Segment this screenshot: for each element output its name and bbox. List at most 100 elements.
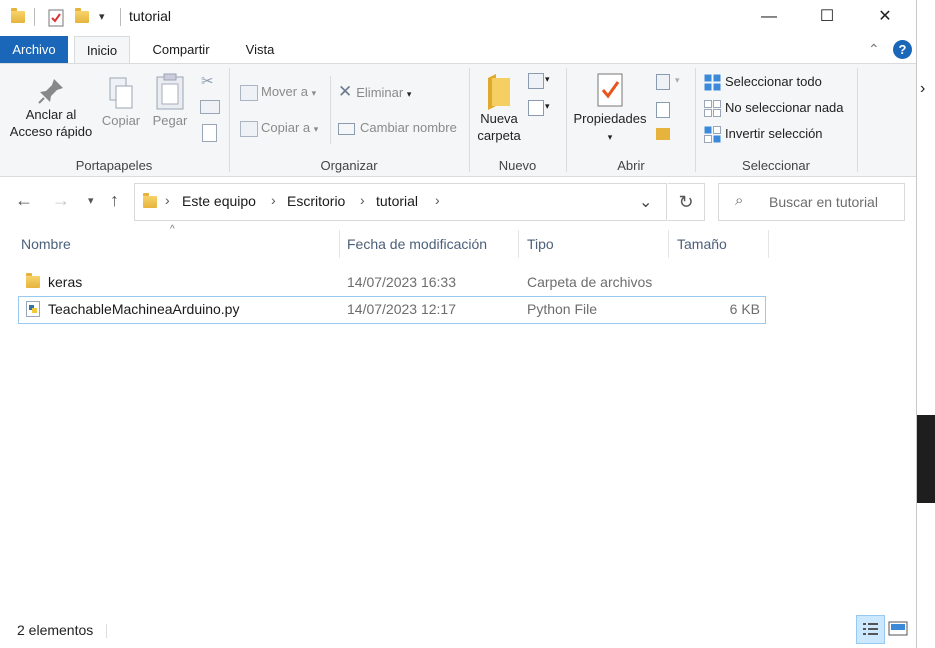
file-name: keras xyxy=(48,274,83,290)
properties-quick-icon[interactable] xyxy=(48,9,64,27)
pin-label-1: Anclar al xyxy=(25,107,77,122)
file-modified: 14/07/2023 12:17 xyxy=(347,301,456,317)
select-none-icon xyxy=(704,100,721,118)
invert-selection-icon xyxy=(704,126,721,144)
delete-icon: ✕ xyxy=(338,82,353,101)
maximize-button[interactable]: ☐ xyxy=(798,0,856,33)
invert-selection-button[interactable]: Invertir selección xyxy=(704,124,823,144)
new-item-icon[interactable] xyxy=(528,73,544,89)
cut-icon[interactable]: ✂ xyxy=(201,72,214,90)
tab-inicio[interactable]: Inicio xyxy=(74,36,130,64)
select-none-button[interactable]: No seleccionar nada xyxy=(704,98,844,118)
tab-archivo[interactable]: Archivo xyxy=(0,36,68,63)
copy-label: Copiar xyxy=(101,113,141,128)
close-button[interactable]: ✕ xyxy=(856,0,914,33)
copy-icon xyxy=(109,77,133,109)
folder-icon xyxy=(26,273,40,288)
forward-button[interactable]: → xyxy=(52,190,70,211)
large-icons-view-icon xyxy=(888,621,908,636)
open-icon[interactable] xyxy=(656,74,670,90)
ribbon-tabs: Archivo Inicio Compartir Vista xyxy=(0,36,916,64)
ribbon: Anclar al Acceso rápido Copiar Pegar ✂ P… xyxy=(0,63,916,177)
select-all-button[interactable]: Seleccionar todo xyxy=(704,72,822,92)
easy-access-icon[interactable] xyxy=(528,100,544,116)
group-label-organizar: Organizar xyxy=(320,158,378,173)
window-title: tutorial xyxy=(129,8,172,24)
collapse-ribbon-icon[interactable]: ⌃ xyxy=(868,41,880,58)
python-file-icon xyxy=(26,301,40,320)
file-explorer-window: ▾ tutorial — ☐ ✕ Archivo Inicio Comparti… xyxy=(0,0,916,648)
group-label-seleccionar: Seleccionar xyxy=(742,158,810,173)
up-button[interactable]: ↑ xyxy=(110,190,119,211)
properties-button[interactable]: Propiedades ▾ xyxy=(570,72,650,146)
tab-compartir[interactable]: Compartir xyxy=(140,36,222,63)
copy-to-button[interactable]: Copiar a ▾ xyxy=(240,118,318,138)
rename-icon xyxy=(338,122,355,135)
file-row-teachablemachine[interactable]: TeachableMachineaArduino.py 14/07/2023 1… xyxy=(18,296,766,324)
file-type: Carpeta de archivos xyxy=(527,274,653,290)
paste-icon xyxy=(156,73,184,110)
breadcrumb-escritorio[interactable]: Escritorio xyxy=(287,193,345,209)
refresh-button[interactable]: ↻ xyxy=(668,183,705,221)
edit-icon[interactable] xyxy=(656,102,670,118)
delete-button[interactable]: ✕ Eliminar ▾ xyxy=(338,82,411,102)
help-icon[interactable]: ? xyxy=(893,40,912,59)
paste-shortcut-icon[interactable] xyxy=(202,124,217,142)
copy-button[interactable]: Copiar xyxy=(100,76,142,129)
sort-ascending-icon: ^ xyxy=(170,224,175,235)
paste-button[interactable]: Pegar xyxy=(148,72,192,129)
move-to-label: Mover a xyxy=(261,84,308,99)
large-icons-view-button[interactable] xyxy=(885,615,912,642)
details-view-button[interactable] xyxy=(856,615,885,644)
rename-label: Cambiar nombre xyxy=(360,120,457,135)
properties-label: Propiedades xyxy=(573,111,647,126)
new-folder-quick-icon[interactable] xyxy=(75,8,89,29)
column-header-fecha[interactable]: Fecha de modificación xyxy=(347,236,487,252)
file-type: Python File xyxy=(527,301,598,317)
group-label-abrir: Abrir xyxy=(617,158,645,173)
column-header-tamano[interactable]: Tamaño xyxy=(677,236,727,252)
breadcrumb-este-equipo[interactable]: Este equipo xyxy=(182,193,256,209)
search-icon: ⌕ xyxy=(735,192,744,209)
pin-label-2: Acceso rápido xyxy=(9,124,93,139)
tab-vista[interactable]: Vista xyxy=(232,36,288,63)
back-button[interactable]: ← xyxy=(15,190,33,211)
select-none-label: No seleccionar nada xyxy=(725,100,844,115)
status-item-count: 2 elementos xyxy=(17,622,94,638)
search-box[interactable]: ⌕ Buscar en tutorial xyxy=(718,183,905,221)
invert-selection-label: Invertir selección xyxy=(725,126,823,141)
properties-icon xyxy=(597,73,623,107)
select-all-label: Seleccionar todo xyxy=(725,74,822,89)
breadcrumb-tutorial[interactable]: tutorial xyxy=(376,193,418,209)
background-window-strip: › xyxy=(916,0,935,648)
address-dropdown-icon[interactable]: ⌄ xyxy=(639,192,652,212)
details-view-icon xyxy=(863,623,878,635)
group-label-nuevo: Nuevo xyxy=(498,158,537,173)
copy-to-icon xyxy=(240,120,258,137)
new-folder-label-1: Nueva xyxy=(480,111,518,126)
new-folder-icon xyxy=(488,74,510,110)
move-to-button[interactable]: Mover a ▾ xyxy=(240,82,316,102)
group-label-portapapeles: Portapapeles xyxy=(75,158,153,173)
pin-quick-access-button[interactable]: Anclar al Acceso rápido xyxy=(4,76,98,140)
paste-label: Pegar xyxy=(152,113,188,128)
copy-to-label: Copiar a xyxy=(261,120,311,135)
move-to-icon xyxy=(240,84,258,101)
file-row-keras[interactable]: keras 14/07/2023 16:33 Carpeta de archiv… xyxy=(18,269,764,295)
history-icon[interactable] xyxy=(656,128,670,140)
search-input[interactable]: Buscar en tutorial xyxy=(769,194,878,210)
address-bar[interactable]: › Este equipo › Escritorio › tutorial › … xyxy=(134,183,667,221)
rename-button[interactable]: Cambiar nombre xyxy=(338,118,457,138)
column-header-nombre[interactable]: Nombre xyxy=(21,236,71,252)
new-folder-button[interactable]: Nueva carpeta xyxy=(474,72,524,144)
file-name: TeachableMachineaArduino.py xyxy=(48,301,240,317)
pin-icon xyxy=(38,79,63,104)
new-folder-label-2: carpeta xyxy=(477,128,521,143)
recent-locations-icon[interactable]: ▾ xyxy=(88,194,94,207)
minimize-button[interactable]: — xyxy=(740,0,798,33)
copy-path-icon[interactable] xyxy=(200,100,220,114)
folder-icon[interactable] xyxy=(11,8,25,29)
customize-toolbar-icon[interactable]: ▾ xyxy=(99,10,105,28)
column-header-tipo[interactable]: Tipo xyxy=(527,236,554,252)
address-folder-icon xyxy=(143,193,157,208)
